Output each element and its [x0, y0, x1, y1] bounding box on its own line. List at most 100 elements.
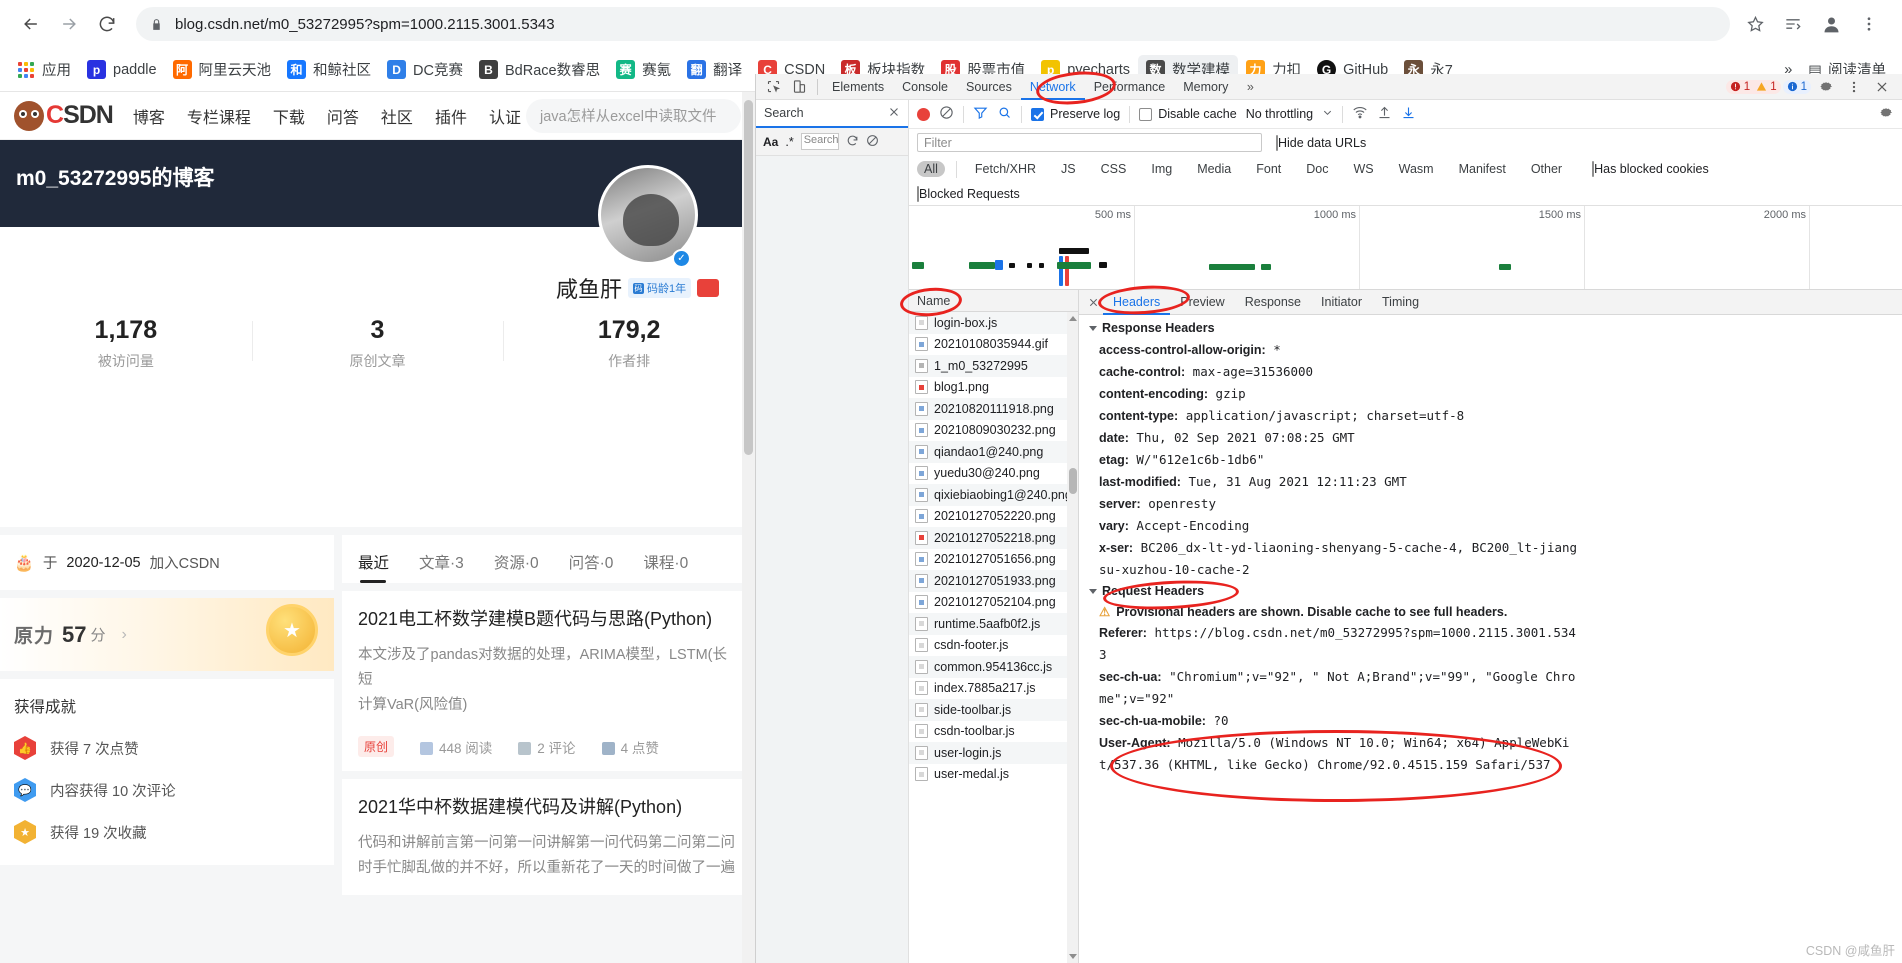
refresh-icon[interactable]: [846, 134, 859, 150]
record-button[interactable]: [917, 107, 930, 121]
back-arrow-icon[interactable]: [12, 5, 50, 43]
close-icon[interactable]: [1869, 75, 1895, 99]
detail-tab-initiator[interactable]: Initiator: [1311, 290, 1372, 315]
request-scroll-thumb[interactable]: [1069, 468, 1077, 494]
clear-network-icon[interactable]: [939, 105, 954, 123]
content-tab-1[interactable]: 文章·3: [419, 551, 464, 583]
request-row[interactable]: index.7885a217.js: [909, 678, 1078, 700]
detail-tab-timing[interactable]: Timing: [1372, 290, 1429, 315]
device-toolbar-icon[interactable]: [786, 75, 812, 99]
address-bar[interactable]: blog.csdn.net/m0_53272995?spm=1000.2115.…: [136, 7, 1730, 41]
search-magnifier-icon[interactable]: [997, 105, 1012, 123]
chevron-down-icon[interactable]: [1089, 588, 1097, 594]
article-card[interactable]: 2021华中杯数据建模代码及讲解(Python) 代码和讲解前言第一问第一问讲解第…: [342, 779, 755, 895]
request-row[interactable]: blog1.png: [909, 377, 1078, 399]
request-row[interactable]: runtime.5aafb0f2.js: [909, 613, 1078, 635]
type-filter-css[interactable]: CSS: [1094, 161, 1134, 177]
article-title[interactable]: 2021华中杯数据建模代码及讲解(Python): [358, 795, 739, 819]
type-filter-all[interactable]: All: [917, 161, 945, 177]
request-row[interactable]: 20210127051656.png: [909, 549, 1078, 571]
request-list-header[interactable]: Name: [909, 290, 1078, 312]
type-filter-wasm[interactable]: Wasm: [1392, 161, 1441, 177]
close-detail-icon[interactable]: [1083, 297, 1103, 308]
chevron-right-icon[interactable]: ›: [122, 626, 127, 644]
network-conditions-icon[interactable]: [1352, 105, 1368, 123]
bookmark-dc-icon[interactable]: D DC竞赛: [379, 55, 471, 84]
type-filter-js[interactable]: JS: [1054, 161, 1083, 177]
three-dot-menu-icon[interactable]: [1852, 7, 1886, 41]
force-card[interactable]: 原力 57 分 › ★: [0, 598, 334, 671]
bookmark-saikr-icon[interactable]: 赛赛氪: [608, 55, 679, 84]
network-settings-icon[interactable]: [1879, 105, 1894, 123]
regex-icon[interactable]: .*: [785, 135, 793, 149]
blocked-requests-checkbox[interactable]: Blocked Requests: [917, 185, 1020, 202]
info-badge[interactable]: 1: [1782, 79, 1811, 94]
type-filter-other[interactable]: Other: [1524, 161, 1569, 177]
request-row[interactable]: 20210820111918.png: [909, 398, 1078, 420]
request-row[interactable]: qiandao1@240.png: [909, 441, 1078, 463]
type-filter-manifest[interactable]: Manifest: [1452, 161, 1513, 177]
type-filter-media[interactable]: Media: [1190, 161, 1238, 177]
devtools-tab-console[interactable]: Console: [893, 74, 957, 100]
chevron-down-icon[interactable]: [1322, 107, 1333, 121]
network-overview[interactable]: 500 ms1000 ms1500 ms2000 ms2500 m: [909, 206, 1902, 290]
request-row[interactable]: user-login.js: [909, 742, 1078, 764]
match-case-icon[interactable]: Aa: [763, 135, 778, 149]
content-tab-2[interactable]: 资源·0: [494, 551, 539, 583]
page-scrollbar[interactable]: [742, 92, 755, 963]
request-row[interactable]: 20210127052220.png: [909, 506, 1078, 528]
article-card[interactable]: 2021电工杯数学建模B题代码与思路(Python) 本文涉及了pandas对数据…: [342, 591, 755, 771]
bookmark-heywhale-icon[interactable]: 和和鲸社区: [279, 55, 379, 84]
type-filter-font[interactable]: Font: [1249, 161, 1288, 177]
content-tab-4[interactable]: 课程·0: [643, 551, 688, 583]
request-row[interactable]: yuedu30@240.png: [909, 463, 1078, 485]
profile-avatar-icon[interactable]: [1814, 7, 1848, 41]
force-row[interactable]: 原力 57 分 › ★: [0, 598, 334, 671]
article-title[interactable]: 2021电工杯数学建模B题代码与思路(Python): [358, 607, 739, 631]
request-row[interactable]: csdn-toolbar.js: [909, 721, 1078, 743]
detail-tab-response[interactable]: Response: [1235, 290, 1311, 315]
csdn-nav-item-0[interactable]: 博客: [133, 104, 165, 128]
devtools-tab-performance[interactable]: Performance: [1085, 74, 1175, 100]
devtools-tab-memory[interactable]: Memory: [1174, 74, 1237, 100]
csdn-nav-item-3[interactable]: 问答: [327, 104, 359, 128]
type-filter-ws[interactable]: WS: [1346, 161, 1380, 177]
inspect-element-icon[interactable]: [760, 75, 786, 99]
detail-tab-headers[interactable]: Headers: [1103, 290, 1170, 315]
bookmark-paddle-icon[interactable]: p paddle: [79, 56, 165, 83]
disable-cache-checkbox[interactable]: Disable cache: [1139, 107, 1237, 121]
throttling-select[interactable]: No throttling: [1246, 107, 1313, 121]
settings-gear-icon[interactable]: [1813, 75, 1839, 99]
csdn-nav-item-4[interactable]: 社区: [381, 104, 413, 128]
request-row[interactable]: login-box.js: [909, 312, 1078, 334]
csdn-nav-item-2[interactable]: 下载: [273, 104, 305, 128]
request-row[interactable]: csdn-footer.js: [909, 635, 1078, 657]
chevron-down-icon[interactable]: [1089, 325, 1097, 331]
request-list-scrollbar[interactable]: [1067, 312, 1078, 963]
filter-funnel-icon[interactable]: [973, 105, 988, 123]
request-row[interactable]: side-toolbar.js: [909, 699, 1078, 721]
csdn-nav-item-1[interactable]: 专栏课程: [187, 104, 251, 128]
type-filter-fetch-xhr[interactable]: Fetch/XHR: [968, 161, 1043, 177]
reload-icon[interactable]: [88, 5, 126, 43]
bookmark-tianchi-icon[interactable]: 阿阿里云天池: [165, 55, 280, 84]
type-filter-doc[interactable]: Doc: [1299, 161, 1335, 177]
request-row[interactable]: 1_m0_53272995: [909, 355, 1078, 377]
close-icon[interactable]: [888, 106, 900, 121]
network-filter-input[interactable]: Filter: [917, 133, 1262, 152]
page-scrollbar-thumb[interactable]: [744, 100, 753, 455]
bookmark-apps-grid-icon[interactable]: 应用: [8, 55, 79, 84]
csdn-nav-item-5[interactable]: 插件: [435, 104, 467, 128]
extensions-icon[interactable]: [1776, 7, 1810, 41]
request-row[interactable]: 20210127052218.png: [909, 527, 1078, 549]
error-badge[interactable]: 1 1: [1725, 79, 1781, 94]
request-row[interactable]: user-medal.js: [909, 764, 1078, 786]
request-row[interactable]: 20210809030232.png: [909, 420, 1078, 442]
more-tabs-icon[interactable]: »: [1237, 75, 1263, 99]
scroll-up-arrow-icon[interactable]: [1069, 316, 1077, 321]
import-har-icon[interactable]: [1377, 105, 1392, 123]
has-blocked-cookies-checkbox[interactable]: Has blocked cookies: [1592, 161, 1709, 177]
devtools-tab-elements[interactable]: Elements: [823, 74, 893, 100]
search-input[interactable]: Search: [800, 133, 839, 150]
request-row[interactable]: 20210127052104.png: [909, 592, 1078, 614]
